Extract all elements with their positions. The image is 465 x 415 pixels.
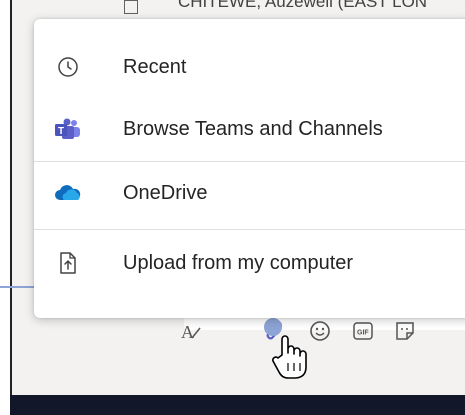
onedrive-cloud-icon — [54, 179, 82, 207]
gif-icon[interactable]: GIF — [350, 318, 376, 344]
hand-cursor-icon — [270, 333, 310, 381]
taskbar — [10, 395, 465, 415]
menu-item-label: OneDrive — [123, 181, 208, 204]
menu-item-upload[interactable]: Upload from my computer — [34, 233, 465, 293]
format-icon[interactable]: A — [178, 318, 204, 344]
chat-title: CHITEWE, Auzewell (EAST LON — [178, 0, 428, 11]
svg-text:A: A — [181, 322, 194, 342]
teams-icon: T — [54, 115, 82, 143]
callout-dot — [264, 318, 282, 336]
menu-item-browse-teams[interactable]: T Browse Teams and Channels — [34, 99, 465, 159]
menu-item-onedrive[interactable]: OneDrive — [34, 163, 465, 223]
sticker-icon[interactable] — [392, 318, 418, 344]
svg-text:T: T — [58, 126, 64, 137]
menu-item-label: Browse Teams and Channels — [123, 117, 383, 140]
menu-divider — [34, 161, 465, 162]
menu-divider — [34, 229, 465, 230]
grid-icon — [124, 0, 138, 14]
svg-text:GIF: GIF — [357, 330, 369, 337]
attach-menu: Recent T Browse Teams and Channels OneDr… — [34, 19, 465, 318]
menu-item-label: Recent — [123, 55, 187, 78]
emoji-icon[interactable] — [307, 318, 333, 344]
upload-file-icon — [54, 249, 82, 277]
clock-icon — [54, 53, 82, 81]
menu-item-recent[interactable]: Recent — [34, 37, 465, 97]
menu-item-label: Upload from my computer — [123, 251, 354, 274]
chat-header: CHITEWE, Auzewell (EAST LON — [124, 0, 427, 14]
